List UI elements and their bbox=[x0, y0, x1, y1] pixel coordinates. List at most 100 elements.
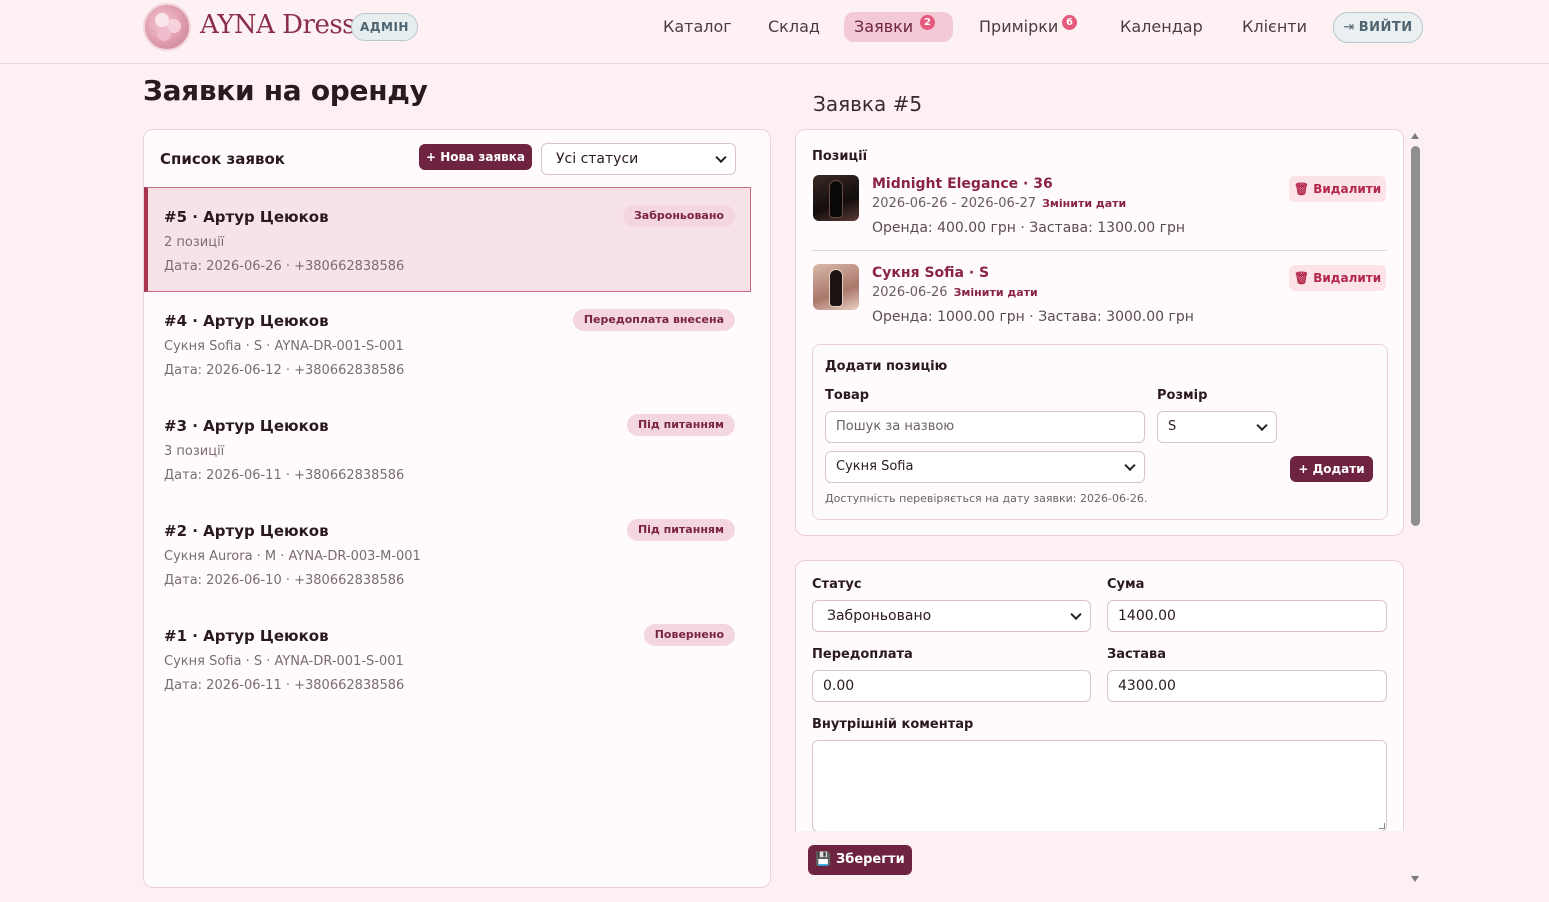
item-dates-value: 2026-06-26 bbox=[872, 285, 948, 300]
brand-name[interactable]: AYNA Dress bbox=[200, 10, 356, 40]
size-select[interactable]: S bbox=[1157, 411, 1277, 443]
logout-button[interactable]: ⇥ ВИЙТИ bbox=[1333, 12, 1423, 43]
save-button[interactable]: 💾 Зберегти bbox=[808, 845, 912, 875]
scrollbar-thumb[interactable] bbox=[1411, 146, 1420, 526]
save-label: Зберегти bbox=[836, 852, 905, 867]
item-price: Оренда: 400.00 грн · Застава: 1300.00 гр… bbox=[872, 220, 1186, 236]
add-position-box: Додати позицію Товар Розмір Пошук за наз… bbox=[812, 344, 1388, 520]
status-filter-select[interactable]: Усі статуси bbox=[541, 143, 736, 175]
order-form-card: Статус Сума Заброньовано 1400.00 Передоп… bbox=[795, 560, 1404, 831]
status-badge: Під питанням bbox=[626, 414, 735, 436]
dress-thumbnail bbox=[813, 175, 859, 221]
nav-clients[interactable]: Клієнти bbox=[1232, 12, 1317, 42]
prepayment-label: Передоплата bbox=[812, 647, 913, 662]
nav-fittings[interactable]: Примірки bbox=[969, 12, 1068, 42]
status-select-value: Заброньовано bbox=[827, 608, 932, 624]
delete-item-button[interactable]: 🗑 Видалити bbox=[1289, 176, 1386, 202]
nav-orders-label: Заявки bbox=[854, 17, 914, 36]
availability-hint: Доступність перевіряється на дату заявки… bbox=[825, 492, 1148, 505]
order-date: Дата: 2026-06-11 · +380662838586 bbox=[164, 678, 405, 693]
order-summary: Сукня Sofia · S · AYNA-DR-001-S-001 bbox=[164, 339, 404, 354]
orders-count-badge: 2 bbox=[920, 15, 935, 30]
change-dates-link[interactable]: Змінити дати bbox=[954, 286, 1038, 299]
chevron-down-icon bbox=[1070, 608, 1082, 621]
fittings-count-badge: 6 bbox=[1062, 15, 1077, 30]
add-position-title: Додати позицію bbox=[825, 359, 948, 374]
order-summary: Сукня Sofia · S · AYNA-DR-001-S-001 bbox=[164, 654, 404, 669]
dress-thumbnail bbox=[813, 264, 859, 310]
order-title: #2 · Артур Цеюков bbox=[164, 522, 329, 540]
status-select[interactable]: Заброньовано bbox=[812, 600, 1091, 632]
order-summary: Сукня Aurora · M · AYNA-DR-003-M-001 bbox=[164, 549, 421, 564]
product-select-value: Сукня Sofia bbox=[836, 459, 914, 474]
order-date: Дата: 2026-06-12 · +380662838586 bbox=[164, 363, 405, 378]
trash-icon: 🗑 bbox=[1293, 182, 1314, 196]
order-title: #1 · Артур Цеюков bbox=[164, 627, 329, 645]
order-row[interactable]: #2 · Артур Цеюков Сукня Aurora · M · AYN… bbox=[144, 502, 751, 607]
order-row[interactable]: #1 · Артур Цеюков Сукня Sofia · S · AYNA… bbox=[144, 607, 751, 712]
item-name[interactable]: Сукня Sofia · S bbox=[872, 265, 989, 281]
product-select[interactable]: Сукня Sofia bbox=[825, 451, 1145, 483]
order-row[interactable]: #4 · Артур Цеюков Сукня Sofia · S · AYNA… bbox=[144, 292, 751, 397]
nav-orders[interactable]: Заявки bbox=[844, 12, 953, 42]
order-title: #5 · Артур Цеюков bbox=[164, 208, 329, 226]
logo-icon[interactable] bbox=[143, 3, 191, 51]
order-detail-title: Заявка #5 bbox=[813, 92, 923, 116]
status-badge: Заброньовано bbox=[622, 205, 735, 227]
chevron-down-icon bbox=[1124, 459, 1136, 472]
positions-label: Позиції bbox=[812, 149, 868, 164]
orders-list-panel: Список заявок + Нова заявка Усі статуси … bbox=[143, 129, 771, 888]
delete-label: Видалити bbox=[1313, 271, 1382, 285]
role-badge: АДМІН bbox=[351, 13, 418, 41]
plus-icon: + bbox=[425, 150, 441, 164]
resize-grip-icon[interactable] bbox=[1379, 823, 1385, 829]
logout-label: ВИЙТИ bbox=[1358, 20, 1413, 35]
logout-icon: ⇥ bbox=[1343, 20, 1355, 35]
add-item-label: Додати bbox=[1312, 462, 1365, 476]
orders-list-title: Список заявок bbox=[160, 150, 285, 168]
status-filter-value: Усі статуси bbox=[556, 151, 639, 167]
order-summary: 3 позиції bbox=[164, 444, 225, 459]
product-search-input[interactable]: Пошук за назвою bbox=[825, 411, 1145, 443]
product-label: Товар bbox=[825, 388, 870, 403]
order-date: Дата: 2026-06-10 · +380662838586 bbox=[164, 573, 405, 588]
item-dates: 2026-06-26 Змінити дати bbox=[872, 285, 1038, 300]
order-row[interactable]: #3 · Артур Цеюков 3 позиції Дата: 2026-0… bbox=[144, 397, 751, 502]
nav-catalog[interactable]: Каталог bbox=[653, 12, 742, 42]
add-item-button[interactable]: + Додати bbox=[1290, 456, 1373, 482]
change-dates-link[interactable]: Змінити дати bbox=[1042, 197, 1126, 210]
chevron-down-icon bbox=[715, 151, 727, 164]
sum-label: Сума bbox=[1107, 577, 1145, 592]
item-name[interactable]: Midnight Elegance · 36 bbox=[872, 176, 1053, 192]
item-price: Оренда: 1000.00 грн · Застава: 3000.00 г… bbox=[872, 309, 1194, 325]
order-title: #4 · Артур Цеюков bbox=[164, 312, 329, 330]
delete-label: Видалити bbox=[1313, 182, 1382, 196]
top-navigation-bar: AYNA Dress АДМІН Каталог Склад Заявки 2 … bbox=[0, 0, 1549, 64]
order-row[interactable]: #5 · Артур Цеюков 2 позиції Дата: 2026-0… bbox=[144, 187, 751, 292]
trash-icon: 🗑 bbox=[1293, 271, 1314, 285]
new-order-button[interactable]: + Нова заявка bbox=[419, 144, 532, 170]
nav-calendar[interactable]: Календар bbox=[1110, 12, 1213, 42]
prepayment-input[interactable]: 0.00 bbox=[812, 670, 1091, 702]
comment-label: Внутрішній коментар bbox=[812, 717, 974, 732]
status-badge: Передоплата внесена bbox=[572, 309, 735, 331]
order-date: Дата: 2026-06-26 · +380662838586 bbox=[164, 259, 405, 274]
order-date: Дата: 2026-06-11 · +380662838586 bbox=[164, 468, 405, 483]
status-badge: Під питанням bbox=[626, 519, 735, 541]
positions-card: Позиції Midnight Elegance · 36 2026-06-2… bbox=[795, 129, 1404, 536]
floppy-icon: 💾 bbox=[815, 852, 836, 867]
nav-warehouse[interactable]: Склад bbox=[758, 12, 830, 42]
item-dates: 2026-06-26 - 2026-06-27 Змінити дати bbox=[872, 196, 1126, 211]
plus-icon: + bbox=[1298, 462, 1313, 476]
page-title: Заявки на оренду bbox=[143, 74, 428, 107]
deposit-label: Застава bbox=[1107, 647, 1167, 662]
sum-input[interactable]: 1400.00 bbox=[1107, 600, 1387, 632]
status-badge: Повернено bbox=[643, 624, 735, 646]
status-label: Статус bbox=[812, 577, 862, 592]
scroll-down-icon[interactable] bbox=[1411, 876, 1419, 882]
comment-textarea[interactable] bbox=[812, 740, 1387, 831]
delete-item-button[interactable]: 🗑 Видалити bbox=[1289, 265, 1386, 291]
deposit-input[interactable]: 4300.00 bbox=[1107, 670, 1387, 702]
scroll-up-icon[interactable] bbox=[1411, 133, 1419, 139]
chevron-down-icon bbox=[1256, 419, 1268, 432]
